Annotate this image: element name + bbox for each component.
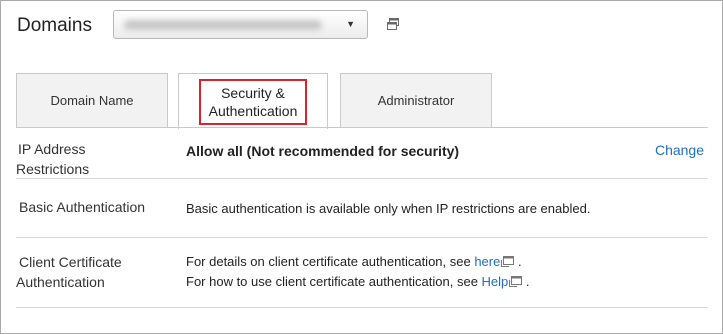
text: . [522, 274, 530, 289]
ip-restrictions-value: Allow all (Not recommended for security) [186, 143, 460, 159]
text: For how to use client certificate authen… [186, 274, 482, 289]
divider [16, 307, 708, 308]
app-frame: Domains ▼ Domain Name Security & Authent… [0, 0, 723, 334]
external-link-icon [509, 276, 523, 287]
label-line2: Authentication [16, 274, 105, 290]
tab-baseline [16, 127, 708, 128]
text: For details on client certificate authen… [186, 254, 475, 269]
open-in-window-icon[interactable] [386, 17, 400, 31]
tab-label: Domain Name [50, 93, 134, 108]
client-cert-details-line: For details on client certificate authen… [186, 252, 522, 272]
tab-administrator[interactable]: Administrator [340, 73, 492, 127]
divider [16, 237, 708, 238]
here-link[interactable]: here [474, 254, 500, 269]
tab-label-line2: Authentication [208, 102, 298, 119]
ip-restrictions-label: IP Address Restrictions [16, 139, 89, 179]
ip-restrictions-row: IP Address Restrictions Allow all (Not r… [16, 137, 708, 177]
client-cert-label: Client Certificate Authentication [16, 252, 122, 292]
tab-label: Security & Authentication [198, 78, 308, 125]
basic-auth-row: Basic Authentication Basic authenticatio… [16, 195, 708, 225]
basic-auth-value: Basic authentication is available only w… [186, 201, 591, 216]
client-cert-help-line: For how to use client certificate authen… [186, 272, 530, 292]
label-line1: Client Certificate [19, 254, 122, 270]
chevron-down-icon: ▼ [346, 19, 355, 29]
divider [16, 178, 708, 179]
client-cert-row: Client Certificate Authentication For de… [16, 251, 708, 301]
tab-label: Administrator [377, 93, 455, 108]
change-link[interactable]: Change [655, 142, 704, 158]
label-line1: IP Address [18, 141, 86, 157]
help-link[interactable]: Help [482, 274, 509, 289]
domain-select-value [124, 20, 322, 30]
page-title: Domains [17, 15, 92, 36]
tab-domain-name[interactable]: Domain Name [16, 73, 168, 127]
text: . [514, 254, 522, 269]
tab-security-authentication[interactable]: Security & Authentication [178, 73, 328, 129]
tab-label-line1: Security & [221, 84, 285, 101]
basic-auth-label: Basic Authentication [19, 199, 146, 215]
domain-select[interactable]: ▼ [113, 10, 368, 39]
external-link-icon [501, 256, 515, 267]
label-line2: Restrictions [16, 161, 90, 177]
